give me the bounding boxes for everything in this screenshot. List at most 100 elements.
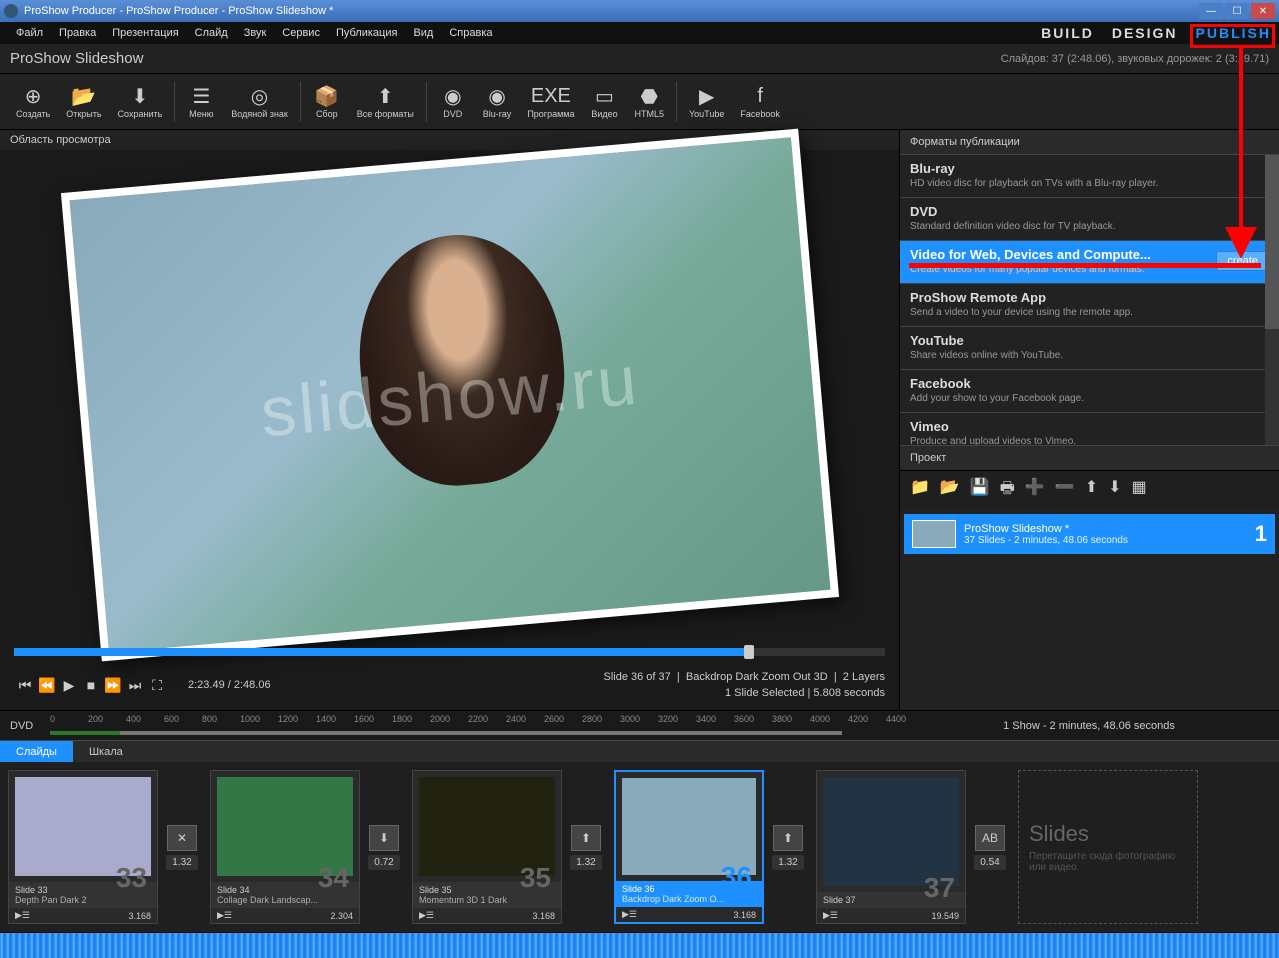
scrubber-handle[interactable] bbox=[744, 645, 754, 659]
slide-play-icon[interactable]: ▶☰ bbox=[217, 910, 232, 921]
slide-33[interactable]: 33Slide 33Depth Pan Dark 2▶☰3.168 bbox=[8, 770, 158, 924]
app-icon bbox=[4, 4, 18, 18]
slide-36[interactable]: 36Slide 36Backdrop Dark Zoom O...▶☰3.168 bbox=[614, 770, 764, 924]
ruler-track[interactable]: 0200400600800100012001400160018002000220… bbox=[50, 711, 899, 740]
transition-icon[interactable]: ⬇ bbox=[369, 825, 399, 851]
tool-Видео[interactable]: ▭Видео bbox=[582, 85, 626, 119]
format-list: Blu-rayHD video disc for playback on TVs… bbox=[900, 155, 1279, 445]
transition-icon[interactable]: ⬆ bbox=[773, 825, 803, 851]
tool-HTML5[interactable]: ⬣HTML5 bbox=[626, 85, 672, 119]
last-button[interactable]: ⏭ bbox=[124, 674, 146, 696]
proj-save-icon[interactable]: 💾 bbox=[970, 477, 990, 504]
first-button[interactable]: ⏮ bbox=[14, 674, 36, 696]
transition-37[interactable]: AB0.54 bbox=[966, 825, 1014, 870]
tool-Сохранить[interactable]: ⬇Сохранить bbox=[110, 85, 171, 119]
proj-grid-icon[interactable]: ▦ bbox=[1132, 477, 1147, 504]
proj-down-icon[interactable]: ⬇ bbox=[1108, 477, 1121, 504]
mode-design[interactable]: DESIGN bbox=[1112, 25, 1178, 41]
slide-35[interactable]: 35Slide 35Momentum 3D 1 Dark▶☰3.168 bbox=[412, 770, 562, 924]
viewtab-Слайды[interactable]: Слайды bbox=[0, 741, 73, 762]
transition-36[interactable]: ⬆1.32 bbox=[764, 825, 812, 870]
menu-Звук[interactable]: Звук bbox=[236, 27, 275, 39]
menu-Вид[interactable]: Вид bbox=[405, 27, 441, 39]
format-video-for-web--devices-and-compute---[interactable]: Video for Web, Devices and Compute...Cre… bbox=[900, 241, 1279, 284]
scrollbar[interactable] bbox=[1265, 155, 1279, 445]
slide-play-icon[interactable]: ▶☰ bbox=[823, 910, 838, 921]
tool-Меню[interactable]: ☰Меню bbox=[179, 85, 223, 119]
tick: 600 bbox=[164, 714, 179, 724]
audio-waveform[interactable] bbox=[0, 932, 1279, 958]
preview-photo bbox=[60, 129, 838, 662]
YouTube-icon: ▶ bbox=[693, 85, 721, 109]
create-button[interactable]: create bbox=[1216, 251, 1269, 271]
proj-up-icon[interactable]: ⬆ bbox=[1085, 477, 1098, 504]
proj-print-icon[interactable]: 🖶 bbox=[1000, 477, 1015, 504]
minimize-button[interactable]: — bbox=[1199, 3, 1223, 19]
tool-Программа[interactable]: EXEПрограмма bbox=[519, 85, 582, 119]
slide-34[interactable]: 34Slide 34Collage Dark Landscap...▶☰2.30… bbox=[210, 770, 360, 924]
transition-35[interactable]: ⬆1.32 bbox=[562, 825, 610, 870]
transition-34[interactable]: ⬇0.72 bbox=[360, 825, 408, 870]
tool-Сбор[interactable]: 📦Сбор bbox=[305, 85, 349, 119]
scrubber[interactable] bbox=[14, 648, 885, 656]
viewtab-Шкала[interactable]: Шкала bbox=[73, 741, 139, 762]
preview-viewport[interactable]: slidshow.ru bbox=[0, 150, 899, 642]
Сбор-icon: 📦 bbox=[313, 85, 341, 109]
slide-play-icon[interactable]: ▶☰ bbox=[419, 910, 434, 921]
menu-Файл[interactable]: Файл bbox=[8, 27, 51, 39]
tool-Facebook[interactable]: fFacebook bbox=[732, 85, 788, 119]
Сохранить-icon: ⬇ bbox=[126, 85, 154, 109]
Видео-icon: ▭ bbox=[590, 85, 618, 109]
tool-YouTube[interactable]: ▶YouTube bbox=[681, 85, 732, 119]
tool-DVD[interactable]: ◉DVD bbox=[431, 85, 475, 119]
transition-icon[interactable]: ✕ bbox=[167, 825, 197, 851]
fullscreen-button[interactable]: ⛶ bbox=[146, 674, 168, 696]
transition-icon[interactable]: ⬆ bbox=[571, 825, 601, 851]
slide-37[interactable]: 37Slide 37▶☰19.549 bbox=[816, 770, 966, 924]
close-button[interactable]: ✕ bbox=[1251, 3, 1275, 19]
format-vimeo[interactable]: VimeoProduce and upload videos to Vimeo. bbox=[900, 413, 1279, 445]
proj-folder-icon[interactable]: 📁 bbox=[910, 477, 930, 504]
scrollbar-thumb[interactable] bbox=[1265, 155, 1279, 329]
format-proshow-remote-app[interactable]: ProShow Remote AppSend a video to your d… bbox=[900, 284, 1279, 327]
menu-Слайд[interactable]: Слайд bbox=[187, 27, 236, 39]
format-facebook[interactable]: FacebookAdd your show to your Facebook p… bbox=[900, 370, 1279, 413]
mode-build[interactable]: BUILD bbox=[1041, 25, 1094, 41]
tool-Все форматы[interactable]: ⬆Все форматы bbox=[349, 85, 422, 119]
tool-Создать[interactable]: ⊕Создать bbox=[8, 85, 58, 119]
menu-Презентация[interactable]: Презентация bbox=[104, 27, 186, 39]
Водяной знак-icon: ◎ bbox=[246, 85, 274, 109]
tool-Водяной знак[interactable]: ◎Водяной знак bbox=[223, 85, 295, 119]
menu-Справка[interactable]: Справка bbox=[441, 27, 500, 39]
transition-icon[interactable]: AB bbox=[975, 825, 1005, 851]
mode-publish[interactable]: PUBLISH bbox=[1196, 25, 1271, 41]
stop-button[interactable]: ■ bbox=[80, 674, 102, 696]
Меню-icon: ☰ bbox=[187, 85, 215, 109]
slides-dropzone[interactable]: SlidesПеретащите сюда фотографию или вид… bbox=[1018, 770, 1198, 924]
format-blu-ray[interactable]: Blu-rayHD video disc for playback on TVs… bbox=[900, 155, 1279, 198]
menu-Сервис[interactable]: Сервис bbox=[274, 27, 328, 39]
menu-Публикация[interactable]: Публикация bbox=[328, 27, 405, 39]
tool-Blu-ray[interactable]: ◉Blu-ray bbox=[475, 85, 520, 119]
format-youtube[interactable]: YouTubeShare videos online with YouTube. bbox=[900, 327, 1279, 370]
Открыть-icon: 📂 bbox=[70, 85, 98, 109]
menu-Правка[interactable]: Правка bbox=[51, 27, 104, 39]
forward-button[interactable]: ⏩ bbox=[102, 674, 124, 696]
slide-play-icon[interactable]: ▶☰ bbox=[15, 910, 30, 921]
transition-33[interactable]: ✕1.32 bbox=[158, 825, 206, 870]
maximize-button[interactable]: ☐ bbox=[1225, 3, 1249, 19]
proj-add-icon[interactable]: ➕ bbox=[1025, 477, 1045, 504]
tick: 1400 bbox=[316, 714, 336, 724]
rewind-button[interactable]: ⏪ bbox=[36, 674, 58, 696]
slide-play-icon[interactable]: ▶☰ bbox=[622, 909, 637, 920]
tick: 2600 bbox=[544, 714, 564, 724]
tool-Открыть[interactable]: 📂Открыть bbox=[58, 85, 109, 119]
tick: 3400 bbox=[696, 714, 716, 724]
play-button[interactable]: ▶ bbox=[58, 674, 80, 696]
format-dvd[interactable]: DVDStandard definition video disc for TV… bbox=[900, 198, 1279, 241]
proj-open-icon[interactable]: 📂 bbox=[940, 477, 960, 504]
document-stats: Слайдов: 37 (2:48.06), звуковых дорожек:… bbox=[1001, 53, 1269, 65]
project-item[interactable]: ProShow Slideshow * 37 Slides - 2 minute… bbox=[904, 514, 1275, 554]
project-thumb bbox=[912, 520, 956, 548]
proj-remove-icon[interactable]: ➖ bbox=[1055, 477, 1075, 504]
